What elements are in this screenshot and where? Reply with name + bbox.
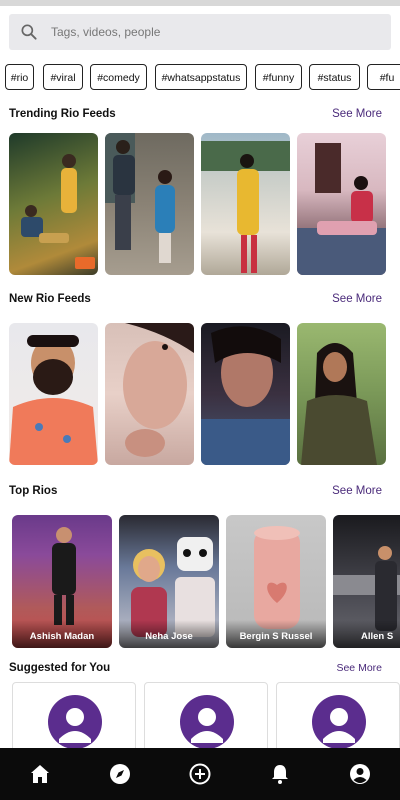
tag-chip[interactable]: #fu — [367, 64, 400, 90]
top-rio-card-2[interactable]: Neha Jose — [119, 515, 219, 648]
person-icon — [191, 708, 223, 743]
add-circle-icon[interactable] — [188, 762, 212, 786]
top-title: Top Rios — [9, 485, 58, 497]
tag-chip[interactable]: #status — [309, 64, 360, 90]
tag-chip[interactable]: #whatsappstatus — [155, 64, 247, 90]
trending-title: Trending Rio Feeds — [9, 108, 116, 120]
new-video-4[interactable] — [297, 323, 386, 465]
video-thumbnail — [297, 143, 386, 275]
new-see-more[interactable]: See More — [332, 293, 382, 305]
compass-icon[interactable] — [108, 762, 132, 786]
video-thumbnail — [301, 343, 377, 465]
person-icon — [323, 708, 355, 743]
search-bar[interactable]: Tags, videos, people — [9, 14, 391, 50]
tag-row: #rio #viral #comedy #whatsappstatus #fun… — [0, 64, 400, 92]
top-rio-card-3[interactable]: Bergin S Russel — [226, 515, 326, 648]
bell-icon[interactable] — [268, 762, 292, 786]
tag-chip[interactable]: #comedy — [90, 64, 147, 90]
trending-video-4[interactable] — [297, 133, 386, 275]
video-thumbnail — [201, 326, 290, 465]
top-rio-card-4[interactable]: Allen S — [333, 515, 400, 648]
new-title: New Rio Feeds — [9, 293, 91, 305]
new-video-1[interactable] — [9, 323, 98, 465]
top-rio-name: Bergin S Russel — [239, 631, 313, 642]
video-thumbnail — [105, 133, 175, 263]
search-input[interactable]: Tags, videos, people — [51, 25, 160, 39]
video-thumbnail — [9, 335, 98, 465]
suggested-title: Suggested for You — [9, 662, 111, 674]
avatar — [312, 695, 366, 749]
suggested-see-more[interactable]: See More — [336, 662, 382, 674]
home-icon[interactable] — [28, 762, 52, 786]
top-rio-name: Neha Jose — [145, 631, 193, 642]
new-video-3[interactable] — [201, 323, 290, 465]
trending-video-1[interactable] — [9, 133, 98, 275]
bottom-nav — [0, 748, 400, 800]
avatar — [180, 695, 234, 749]
top-rio-card-1[interactable]: Ashish Madan — [12, 515, 112, 648]
avatar — [48, 695, 102, 749]
tag-chip[interactable]: #viral — [43, 64, 83, 90]
status-strip — [0, 0, 400, 6]
search-icon — [21, 24, 37, 40]
top-rio-name: Ashish Madan — [29, 631, 95, 642]
person-icon — [59, 708, 91, 743]
trending-see-more[interactable]: See More — [332, 108, 382, 120]
top-see-more[interactable]: See More — [332, 485, 382, 497]
trending-video-2[interactable] — [105, 133, 194, 275]
trending-video-3[interactable] — [201, 133, 290, 275]
profile-icon[interactable] — [348, 762, 372, 786]
new-video-2[interactable] — [105, 323, 194, 465]
video-thumbnail — [201, 141, 290, 273]
video-thumbnail — [123, 323, 194, 457]
tag-chip[interactable]: #rio — [5, 64, 34, 90]
top-rio-name: Allen S — [361, 631, 394, 642]
video-thumbnail — [21, 154, 95, 269]
tag-chip[interactable]: #funny — [255, 64, 302, 90]
